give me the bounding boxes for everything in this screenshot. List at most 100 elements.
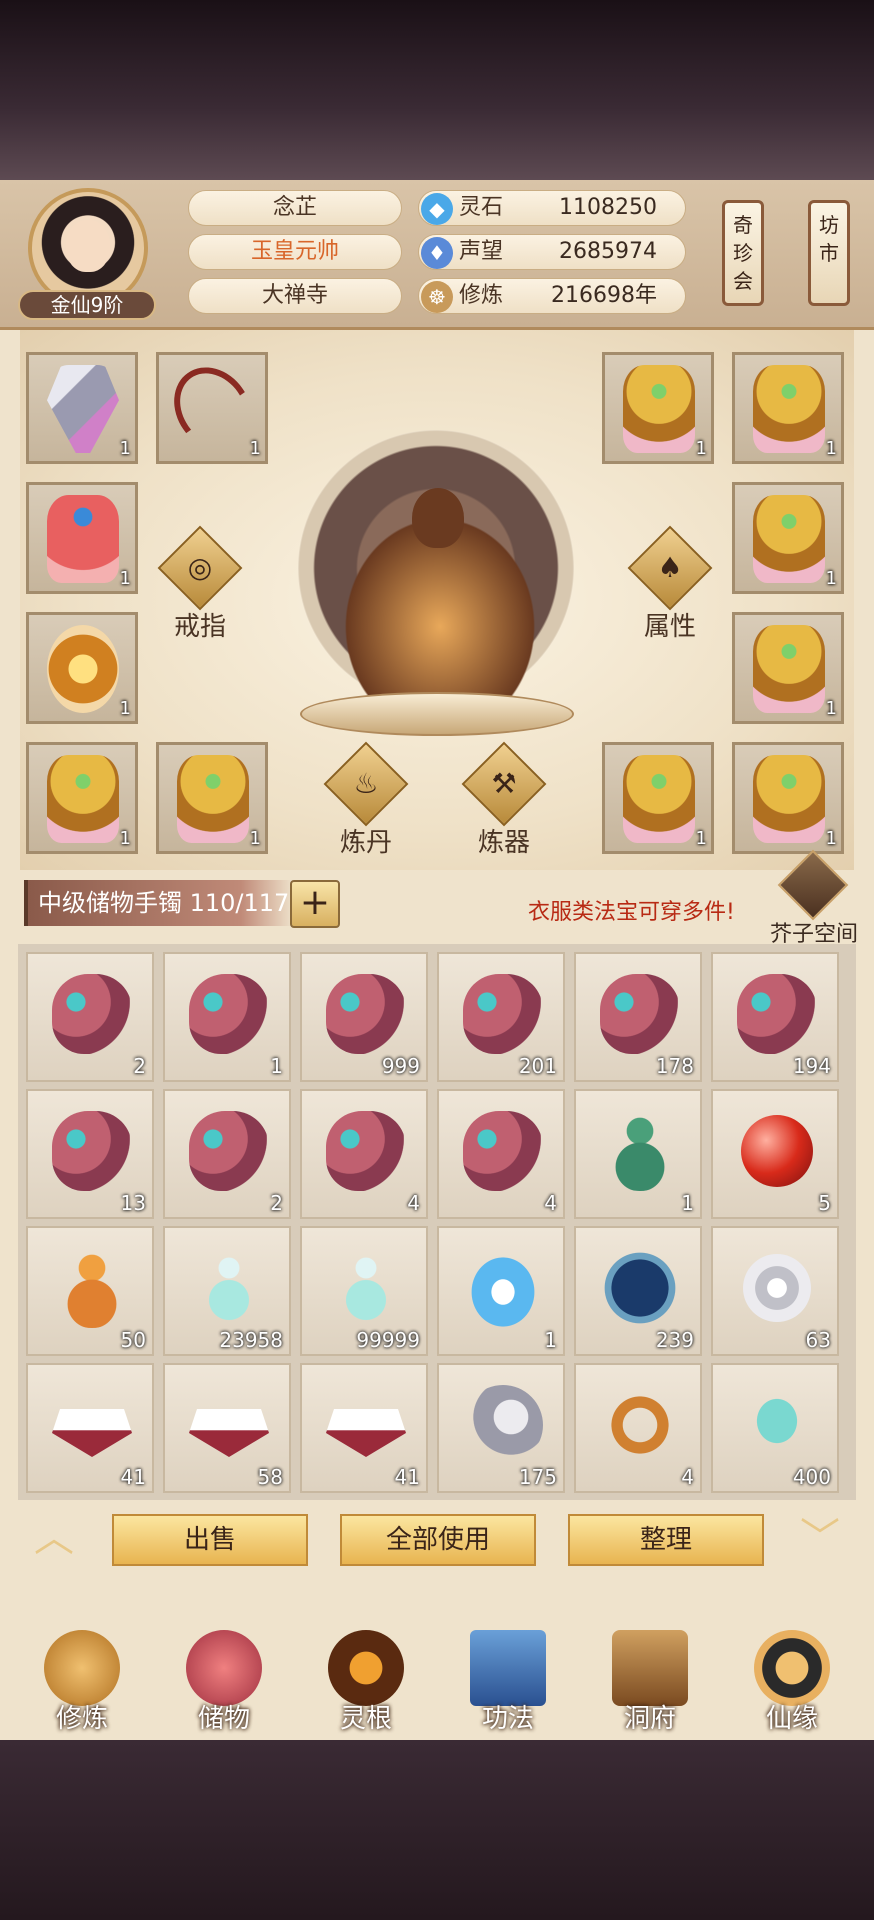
dragon-icon xyxy=(47,625,119,713)
item-count: 175 xyxy=(518,1465,557,1489)
item-count: 1 xyxy=(681,1191,694,1215)
nav-destiny[interactable]: 仙缘 xyxy=(732,1620,852,1740)
item-count: 13 xyxy=(120,1191,146,1215)
bottom-decor-bar xyxy=(0,1740,874,1920)
armor-icon xyxy=(623,365,695,453)
spirit-stone-icon: ◆ xyxy=(421,193,453,225)
ring-button[interactable]: ◎ 戒指 xyxy=(157,525,243,642)
market-button[interactable]: 坊市 xyxy=(808,200,850,306)
inventory-slot[interactable]: 400 xyxy=(711,1363,839,1493)
nav-cultivate[interactable]: 修炼 xyxy=(22,1620,142,1740)
inventory-slot[interactable]: 13 xyxy=(26,1089,154,1219)
armor-icon xyxy=(177,755,249,843)
inventory-slot[interactable]: 41 xyxy=(26,1363,154,1493)
forging-button[interactable]: ⚒ 炼器 xyxy=(461,741,547,858)
inventory-slot[interactable]: 41 xyxy=(300,1363,428,1493)
inventory-slot[interactable]: 194 xyxy=(711,952,839,1082)
equip-slot[interactable]: 1 xyxy=(26,612,138,724)
silver-swirl-icon xyxy=(743,1254,811,1322)
player-title[interactable]: 玉皇元帅 xyxy=(188,234,402,270)
item-count: 2 xyxy=(270,1191,283,1215)
equip-slot[interactable]: 1 xyxy=(602,352,714,464)
nav-techniques[interactable]: 功法 xyxy=(448,1620,568,1740)
inventory-slot[interactable]: 63 xyxy=(711,1226,839,1356)
inventory-slot[interactable]: 2 xyxy=(163,1089,291,1219)
cauldron-icon: ♨ xyxy=(353,767,379,800)
inventory-slot[interactable]: 5 xyxy=(711,1089,839,1219)
item-count: 2 xyxy=(133,1054,146,1078)
potion-bottle-icon xyxy=(326,1248,406,1328)
equip-slot[interactable]: 1 xyxy=(602,742,714,854)
red-orb-icon xyxy=(741,1115,813,1187)
inventory-slot[interactable]: 1 xyxy=(163,952,291,1082)
item-count: 50 xyxy=(120,1328,146,1352)
item-count: 201 xyxy=(518,1054,557,1078)
sell-button[interactable]: 出售 xyxy=(112,1514,308,1566)
inventory-slot[interactable]: 23958 xyxy=(163,1226,291,1356)
equip-slot[interactable]: 1 xyxy=(156,742,268,854)
attributes-button[interactable]: ♠ 属性 xyxy=(627,525,713,642)
chest-icon xyxy=(777,849,849,921)
inventory-slot[interactable]: 175 xyxy=(437,1363,565,1493)
treasure-fair-button[interactable]: 奇珍会 xyxy=(722,200,764,306)
item-count: 4 xyxy=(544,1191,557,1215)
inventory-slot[interactable]: 201 xyxy=(437,952,565,1082)
palace-icon xyxy=(612,1630,688,1706)
equip-slot[interactable]: 1 xyxy=(26,352,138,464)
storage-capacity-label: 中级储物手镯 110/117 xyxy=(38,889,290,917)
inventory-slot[interactable]: 178 xyxy=(574,952,702,1082)
equip-slot[interactable]: 1 xyxy=(732,352,844,464)
inventory-slot[interactable]: 239 xyxy=(574,1226,702,1356)
rice-basket-icon xyxy=(326,1409,406,1457)
equip-slot[interactable]: 1 xyxy=(732,482,844,594)
scroll-down-arrow-icon[interactable]: ﹀ xyxy=(784,1518,856,1558)
armor-icon xyxy=(623,755,695,843)
inventory-slot[interactable]: 50 xyxy=(26,1226,154,1356)
player-sect[interactable]: 大禅寺 xyxy=(188,278,402,314)
inventory-slot[interactable]: 2 xyxy=(26,952,154,1082)
inventory-slot[interactable]: 58 xyxy=(163,1363,291,1493)
ring-icon: ◎ xyxy=(187,551,213,584)
mustard-space-button[interactable]: 芥子空间 xyxy=(766,849,862,947)
inventory-slot[interactable]: 4 xyxy=(300,1089,428,1219)
equip-slot[interactable]: 1 xyxy=(732,612,844,724)
item-count: 5 xyxy=(818,1191,831,1215)
alchemy-button[interactable]: ♨ 炼丹 xyxy=(323,741,409,858)
stat-cultivation: ☸ 修炼 216698年 xyxy=(418,278,686,314)
use-all-button[interactable]: 全部使用 xyxy=(340,1514,536,1566)
stat-reputation: ♦ 声望 2685974 xyxy=(418,234,686,270)
bag-icon xyxy=(186,1630,262,1706)
nav-cave-dwelling[interactable]: 洞府 xyxy=(590,1620,710,1740)
pouch-icon xyxy=(463,1111,543,1191)
inventory-slot[interactable]: 1 xyxy=(574,1089,702,1219)
equip-slot[interactable]: 1 xyxy=(26,482,138,594)
jade-pendant-icon xyxy=(737,1385,817,1465)
inventory-slot[interactable]: 1 xyxy=(437,1226,565,1356)
meditation-icon xyxy=(44,1630,120,1706)
expand-storage-button[interactable]: + xyxy=(290,880,340,928)
pedestal xyxy=(300,692,574,736)
sort-button[interactable]: 整理 xyxy=(568,1514,764,1566)
inventory-slot[interactable]: 999 xyxy=(300,952,428,1082)
item-count: 1 xyxy=(270,1054,283,1078)
scroll-up-arrow-icon[interactable]: ︿ xyxy=(18,1518,90,1558)
tea-cup-icon xyxy=(463,1248,543,1328)
item-count: 4 xyxy=(407,1191,420,1215)
item-count: 4 xyxy=(681,1465,694,1489)
inventory-slot[interactable]: 4 xyxy=(574,1363,702,1493)
nav-storage[interactable]: 储物 xyxy=(164,1620,284,1740)
player-name[interactable]: 念芷 xyxy=(188,190,402,226)
storage-capacity-bar: 中级储物手镯 110/117 xyxy=(24,880,294,926)
equip-slot[interactable]: 1 xyxy=(26,742,138,854)
equip-slot[interactable]: 1 xyxy=(156,352,268,464)
nav-spirit-root[interactable]: 灵根 xyxy=(306,1620,426,1740)
inventory-slot[interactable]: 99999 xyxy=(300,1226,428,1356)
equip-notice: 衣服类法宝可穿多件! xyxy=(528,900,735,925)
item-count: 41 xyxy=(120,1465,146,1489)
armor-icon xyxy=(753,495,825,583)
meditating-figure-head xyxy=(412,488,464,548)
item-count: 1 xyxy=(544,1328,557,1352)
avatar-face xyxy=(66,220,110,272)
inventory-slot[interactable]: 4 xyxy=(437,1089,565,1219)
equip-slot[interactable]: 1 xyxy=(732,742,844,854)
